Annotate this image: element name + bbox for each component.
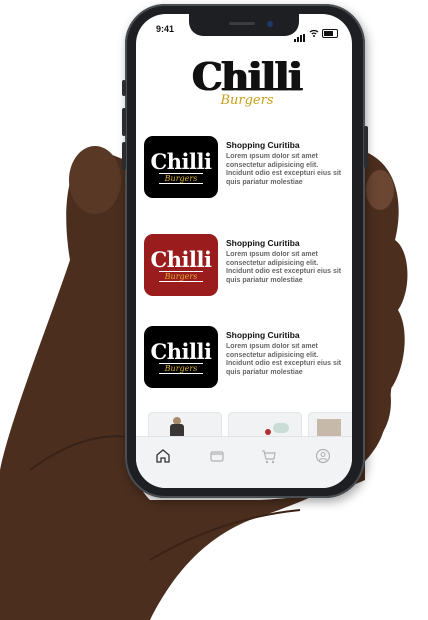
tab-wallet[interactable]: [208, 447, 226, 465]
wifi-icon: [309, 29, 319, 37]
signal-icon: [294, 24, 306, 42]
thumb-title: Chilli: [150, 338, 212, 364]
carousel-item[interactable]: [308, 412, 352, 436]
tab-cart[interactable]: [260, 447, 278, 465]
carousel-item[interactable]: [228, 412, 302, 436]
mute-switch: [122, 80, 126, 96]
thumb-subtitle: Burgers: [158, 362, 204, 374]
brand-logo: Chilli Burgers: [192, 54, 303, 108]
notch: [189, 14, 299, 36]
cart-icon: [262, 450, 276, 464]
store-title: Shopping Curitiba: [226, 140, 300, 150]
logo-title: Chilli: [192, 54, 303, 99]
store-thumbnail: Chilli Burgers: [144, 136, 218, 198]
store-card[interactable]: Chilli Burgers Shopping Curitiba Lorem i…: [144, 136, 346, 200]
store-thumbnail: Chilli Burgers: [144, 326, 218, 388]
tab-home[interactable]: [154, 447, 172, 465]
volume-down-button: [122, 142, 126, 170]
store-description: Lorem ipsum dolor sit amet consectetur a…: [226, 251, 342, 284]
wallet-icon: [210, 451, 224, 462]
phone-screen: 9:41 Chilli Burgers Chilli Burgers Shopp…: [136, 14, 352, 488]
store-card[interactable]: Chilli Burgers Shopping Curitiba Lorem i…: [144, 326, 346, 390]
store-description: Lorem ipsum dolor sit amet consectetur a…: [226, 153, 342, 186]
status-time: 9:41: [156, 24, 175, 34]
store-title: Shopping Curitiba: [226, 330, 300, 340]
home-icon: [156, 449, 170, 463]
thumb-title: Chilli: [150, 246, 212, 272]
power-button: [364, 126, 368, 168]
status-icons: [294, 24, 338, 42]
thumb-subtitle: Burgers: [158, 270, 204, 282]
tab-profile[interactable]: [314, 447, 332, 465]
thumb-subtitle: Burgers: [158, 172, 204, 184]
store-card[interactable]: Chilli Burgers Shopping Curitiba Lorem i…: [144, 234, 346, 298]
store-description: Lorem ipsum dolor sit amet consectetur a…: [226, 343, 342, 376]
store-thumbnail: Chilli Burgers: [144, 234, 218, 296]
store-title: Shopping Curitiba: [226, 238, 300, 248]
promo-carousel[interactable]: [136, 410, 352, 436]
battery-icon: [322, 28, 338, 38]
bottom-tab-bar: [136, 436, 352, 488]
volume-up-button: [122, 108, 126, 136]
thumb-title: Chilli: [150, 148, 212, 174]
carousel-item[interactable]: [148, 412, 222, 436]
profile-icon: [315, 448, 331, 464]
camera-icon: [267, 21, 273, 27]
